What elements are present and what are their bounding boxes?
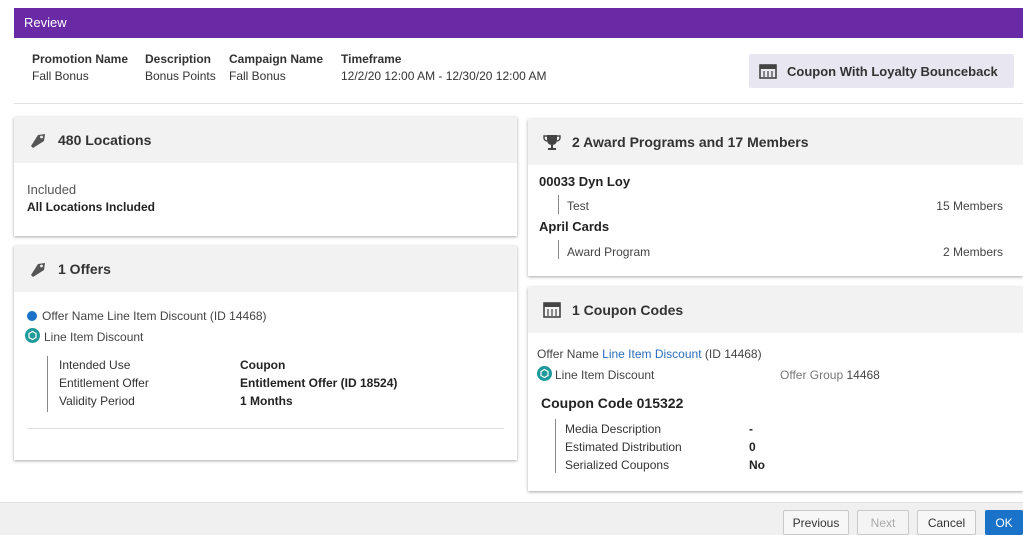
offer-status-dot [27,311,37,321]
validity-period-value: 1 Months [240,394,293,408]
offers-heading: 1 Offers [58,261,111,277]
dialog-title-bar: Review [14,8,1023,38]
coupon-codes-header: 1 Coupon Codes [528,287,1023,333]
ok-button[interactable]: OK [985,510,1023,535]
award-programs-heading: 2 Award Programs and 17 Members [572,134,809,150]
trophy-icon [543,135,561,150]
timeframe-label: Timeframe [341,52,402,66]
timeframe-column: Timeframe 12/2/20 12:00 AM - 12/30/20 12… [341,52,546,83]
offer-group-value: 14468 [846,368,880,382]
previous-button[interactable]: Previous [783,510,849,535]
intended-use-label: Intended Use [59,358,131,372]
offer-group-label: Offer Group [780,368,844,382]
offers-divider [27,428,504,429]
coupon-details-divider [555,419,556,473]
coupon-offer-suffix: (ID 14468) [704,347,762,361]
timeframe-value: 12/2/20 12:00 AM - 12/30/20 12:00 AM [341,69,547,83]
tag-icon [31,263,45,277]
coupon-codes-card: 1 Coupon Codes Offer Name Line Item Disc… [528,287,1023,491]
award-program-divider [558,240,559,259]
intended-use-value: Coupon [240,358,286,372]
media-description-value: - [749,422,753,436]
coupon-codes-heading: 1 Coupon Codes [572,302,684,318]
locations-status: Included [27,182,77,197]
offer-group: Offer Group 14468 [780,368,880,382]
serialized-coupons-label: Serialized Coupons [565,458,670,472]
locations-detail: All Locations Included [27,200,156,214]
coupon-offer-prefix: Offer Name [537,347,599,361]
description-value: Bonus Points [145,69,216,83]
coupon-offer-link[interactable]: Line Item Discount [602,347,701,361]
locations-header: 480 Locations [14,117,517,163]
validity-period-label: Validity Period [59,394,135,408]
award-program-sub: Test [567,199,590,213]
calendar-icon [759,64,777,79]
offers-card: 1 Offers Offer Name Line Item Discount (… [14,246,517,460]
dialog-title: Review [24,15,67,30]
promotion-type-label: Coupon With Loyalty Bounceback [787,63,998,79]
offer-details-divider [47,356,48,412]
promotion-type-badge: Coupon With Loyalty Bounceback [749,54,1014,88]
estimated-distribution-label: Estimated Distribution [565,440,682,454]
locations-heading: 480 Locations [58,132,152,148]
offer-name-line: Offer Name Line Item Discount (ID 14468) [42,309,267,323]
coupon-offer-type: Line Item Discount [555,368,655,382]
cancel-button[interactable]: Cancel [917,510,976,535]
media-description-label: Media Description [565,422,662,436]
campaign-name-value: Fall Bonus [229,69,286,83]
award-program-members: 2 Members [942,245,1003,259]
award-programs-header: 2 Award Programs and 17 Members [528,119,1023,165]
promotion-name-label: Promotion Name [32,52,129,66]
offer-type-icon [537,366,552,381]
offer-type-icon [25,328,40,343]
next-button[interactable]: Next [857,510,909,535]
entitlement-offer-value: Entitlement Offer (ID 18524) [240,376,398,390]
tag-icon [31,134,45,148]
campaign-name-label: Campaign Name [229,52,324,66]
award-program-divider [558,195,559,214]
award-program-name: 00033 Dyn Loy [539,174,631,189]
offers-header: 1 Offers [14,246,517,292]
promotion-name-column: Promotion Name Fall Bonus [32,52,128,83]
award-programs-card: 2 Award Programs and 17 Members 00033 Dy… [528,119,1023,276]
coupon-code-title: Coupon Code 015322 [541,395,684,411]
calendar-icon [543,302,561,318]
award-program-name: April Cards [539,219,610,234]
campaign-name-column: Campaign Name Fall Bonus [229,52,323,83]
promotion-name-value: Fall Bonus [32,69,89,83]
award-program-members: 15 Members [936,199,1003,213]
description-label: Description [145,52,212,66]
description-column: Description Bonus Points [145,52,216,83]
entitlement-offer-label: Entitlement Offer [59,376,149,390]
serialized-coupons-value: No [749,458,765,472]
award-program-sub: Award Program [567,245,651,259]
offer-type-label: Line Item Discount [44,330,144,344]
locations-card: 480 Locations Included All Locations Inc… [14,117,517,236]
estimated-distribution-value: 0 [749,440,756,454]
coupon-offer-line: Offer Name Line Item Discount (ID 14468) [537,347,762,361]
